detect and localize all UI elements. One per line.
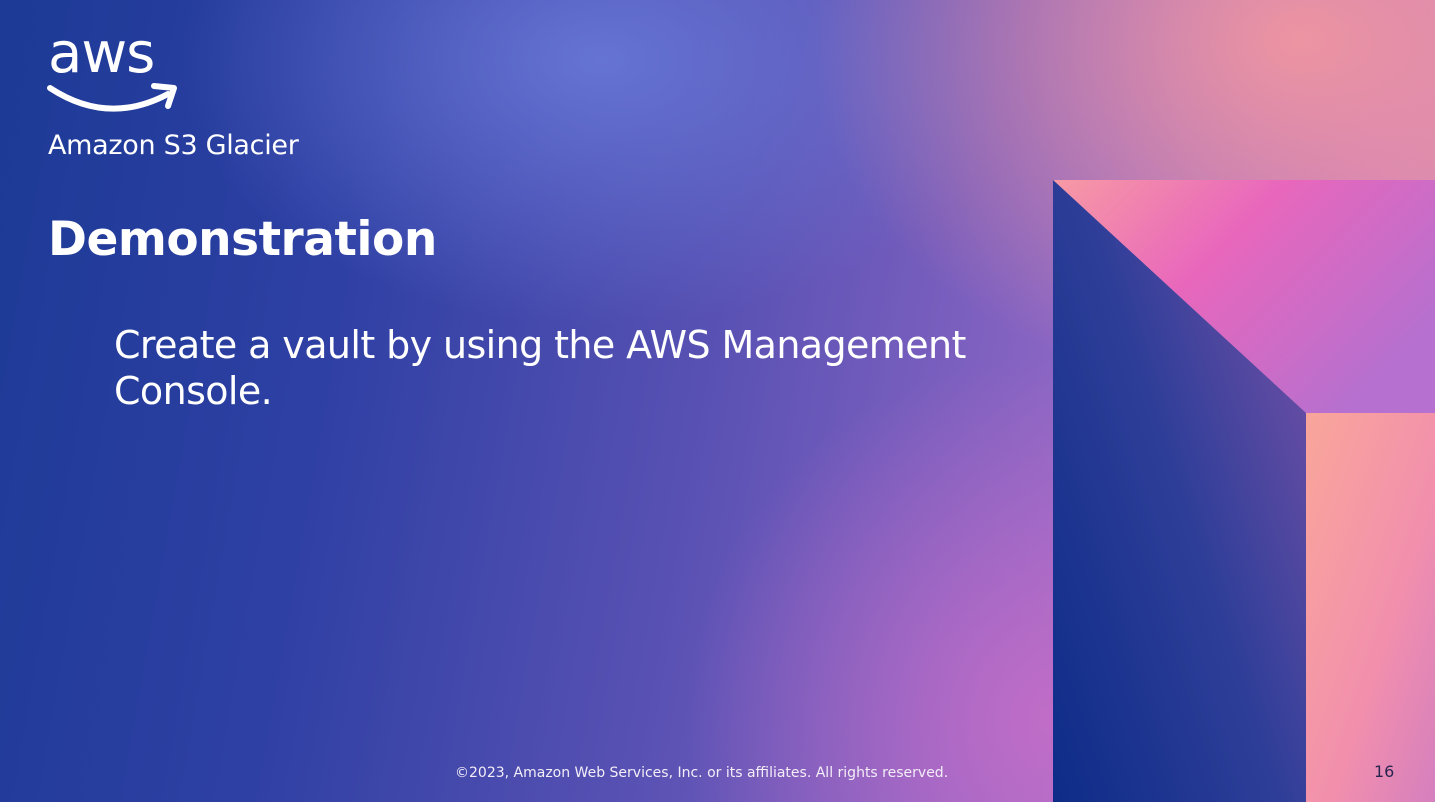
decorative-shape	[1053, 180, 1435, 802]
page-number: 16	[1374, 762, 1395, 781]
slide-body-text: Create a vault by using the AWS Manageme…	[114, 323, 966, 413]
decor-right-face	[1306, 413, 1435, 802]
service-name: Amazon S3 Glacier	[48, 130, 299, 161]
slide: aws Amazon S3 Glacier Demonstration Crea…	[0, 0, 1435, 802]
aws-smile-icon	[47, 85, 171, 112]
aws-logo-text: aws	[48, 28, 154, 86]
footer-copyright: ©2023, Amazon Web Services, Inc. or its …	[455, 765, 949, 781]
aws-logo: aws	[47, 28, 177, 112]
slide-title: Demonstration	[48, 212, 437, 267]
